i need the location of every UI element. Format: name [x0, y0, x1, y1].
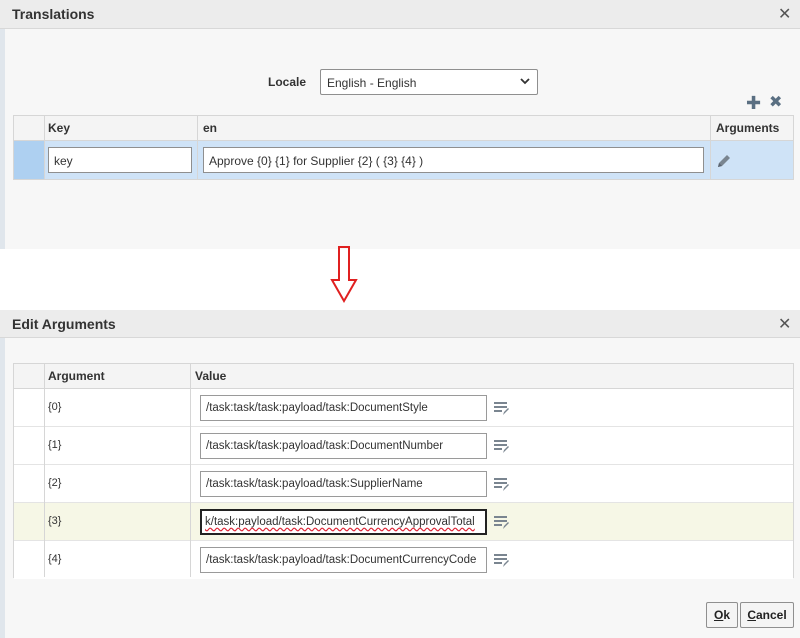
argument-value-input[interactable]: /task:task/task:payload/task:DocumentNum…	[200, 433, 487, 459]
column-divider	[710, 116, 711, 179]
en-input-value: Approve {0} {1} for Supplier {2} ( {3} {…	[209, 154, 424, 168]
key-input-value: key	[54, 154, 73, 168]
delete-icon[interactable]: ✖	[769, 95, 782, 111]
locale-select-value: English - English	[327, 76, 417, 90]
column-divider	[190, 364, 191, 577]
row-selector[interactable]	[14, 141, 44, 179]
translations-dialog-title: Translations	[12, 6, 95, 22]
expression-editor-icon[interactable]	[493, 476, 509, 492]
edit-arguments-dialog-title: Edit Arguments	[12, 316, 116, 332]
argument-name: {1}	[48, 439, 62, 451]
edit-arguments-close-icon[interactable]: ✕	[778, 317, 791, 333]
column-divider	[44, 364, 45, 577]
expression-editor-icon[interactable]	[493, 438, 509, 454]
argument-value-text: /task:task/task:payload/task:DocumentSty…	[206, 402, 428, 414]
expression-editor-icon[interactable]	[493, 514, 509, 530]
cancel-label-rest: ancel	[755, 608, 787, 622]
column-header-argument: Argument	[48, 369, 105, 383]
translations-close-icon[interactable]: ✕	[778, 7, 791, 23]
column-header-arguments: Arguments	[716, 121, 780, 135]
key-input[interactable]: key	[48, 147, 192, 173]
expression-editor-icon[interactable]	[493, 552, 509, 568]
column-header-en: en	[203, 121, 218, 135]
chevron-down-icon	[520, 78, 530, 85]
column-divider	[44, 116, 45, 179]
argument-value-text: /task:task/task:payload/task:DocumentNum…	[206, 440, 444, 452]
add-icon[interactable]: ✚	[746, 94, 761, 112]
argument-value-text: /task:task/task:payload/task:DocumentCur…	[206, 554, 477, 566]
argument-name: {4}	[48, 553, 62, 565]
argument-value-text: /task:task/task:payload/task:SupplierNam…	[206, 478, 423, 490]
arguments-table-header	[14, 364, 793, 389]
ok-label-rest: k	[723, 608, 731, 622]
argument-row[interactable]: {0} /task:task/task:payload/task:Documen…	[14, 389, 793, 427]
argument-value-input[interactable]: /task:task/task:payload/task:DocumentSty…	[200, 395, 487, 421]
dialog-left-border	[0, 338, 5, 638]
argument-value-text: k/task:payload/task:DocumentCurrencyAppr…	[205, 516, 475, 528]
arguments-table: Argument Value {0} /task:task/task:paylo…	[13, 363, 794, 579]
column-divider	[197, 116, 198, 179]
translations-table-header	[14, 116, 793, 141]
argument-value-input[interactable]: /task:task/task:payload/task:DocumentCur…	[200, 547, 487, 573]
edit-arguments-dialog-header	[0, 310, 800, 338]
cancel-button[interactable]: Cancel	[740, 602, 794, 628]
argument-name: {0}	[48, 401, 62, 413]
cancel-mnemonic: C	[747, 608, 756, 622]
argument-row[interactable]: {4} /task:task/task:payload/task:Documen…	[14, 541, 793, 579]
ok-mnemonic: O	[713, 608, 724, 622]
locale-label: Locale	[268, 75, 307, 89]
ok-button[interactable]: Ok	[706, 602, 738, 628]
locale-select[interactable]: English - English	[320, 69, 538, 95]
edit-pencil-icon[interactable]	[715, 152, 733, 170]
argument-name: {2}	[48, 477, 62, 489]
translations-table: Key en Arguments key Approve {0} {1} for…	[13, 115, 794, 180]
argument-value-input[interactable]: /task:task/task:payload/task:SupplierNam…	[200, 471, 487, 497]
column-header-value: Value	[195, 369, 227, 383]
argument-name: {3}	[48, 515, 62, 527]
column-header-key: Key	[48, 121, 71, 135]
argument-row[interactable]: {2} /task:task/task:payload/task:Supplie…	[14, 465, 793, 503]
argument-row[interactable]: {3} k/task:payload/task:DocumentCurrency…	[14, 503, 793, 541]
argument-value-input[interactable]: k/task:payload/task:DocumentCurrencyAppr…	[200, 509, 487, 535]
expression-editor-icon[interactable]	[493, 400, 509, 416]
dialog-left-border	[0, 29, 5, 249]
en-input[interactable]: Approve {0} {1} for Supplier {2} ( {3} {…	[203, 147, 704, 173]
argument-row[interactable]: {1} /task:task/task:payload/task:Documen…	[14, 427, 793, 465]
translations-dialog-header	[0, 0, 800, 29]
down-arrow-icon	[330, 246, 358, 304]
